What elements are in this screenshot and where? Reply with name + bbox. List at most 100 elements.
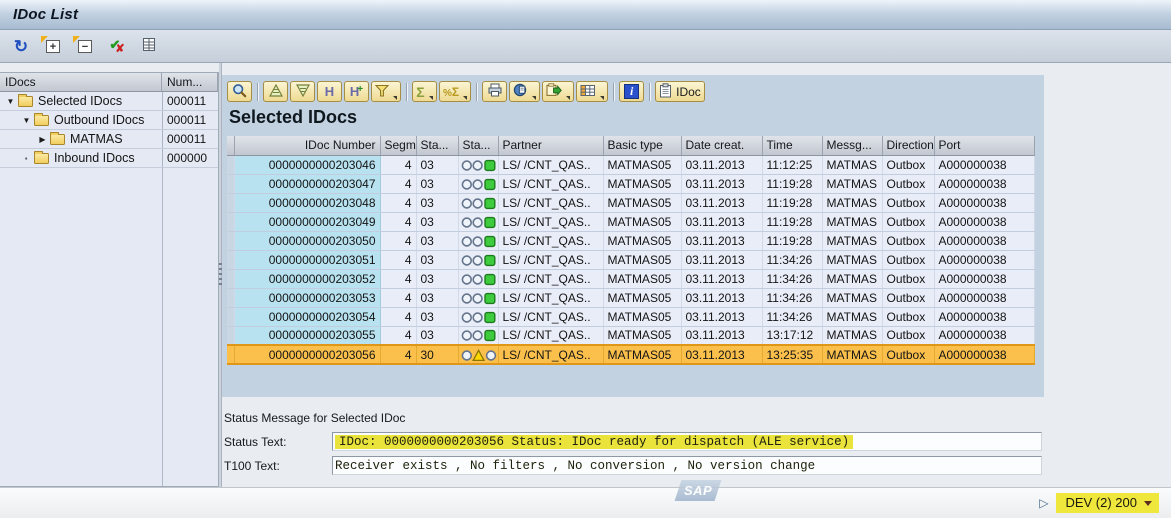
cell-idoc-number[interactable]: 0000000000203050	[234, 231, 381, 251]
cell-basic-type[interactable]: MATMAS05	[603, 288, 682, 308]
cell-date-created[interactable]: 03.11.2013	[681, 212, 763, 232]
expanded-arrow-icon[interactable]: ▼	[4, 97, 17, 106]
cell-basic-type[interactable]: MATMAS05	[603, 231, 682, 251]
leaf-bullet-icon[interactable]: ·	[20, 151, 33, 166]
cell-direction[interactable]: Outbox	[882, 212, 935, 232]
cell-direction[interactable]: Outbox	[882, 174, 935, 194]
cell-status-light[interactable]	[458, 231, 499, 251]
cell-message-type[interactable]: MATMAS	[822, 269, 883, 289]
cell-port[interactable]: A000000038	[934, 307, 1035, 327]
row-selector-cell[interactable]	[227, 212, 235, 232]
export-button[interactable]	[542, 81, 575, 102]
cell-partner[interactable]: LS/ /CNT_QAS..	[498, 288, 604, 308]
idoc-row[interactable]: 0000000000203054 4 03 LS/ /CNT_QAS.. MATMAS0…	[227, 307, 1035, 327]
cell-status[interactable]: 30	[416, 344, 459, 365]
cell-time[interactable]: 13:17:12	[762, 326, 823, 346]
cell-status[interactable]: 03	[416, 288, 459, 308]
cell-date-created[interactable]: 03.11.2013	[681, 174, 763, 194]
dropdown-arrow-icon[interactable]	[393, 95, 397, 100]
idoc-row[interactable]: 0000000000203051 4 03 LS/ /CNT_QAS.. MATMAS0…	[227, 250, 1035, 270]
cell-date-created[interactable]: 03.11.2013	[681, 269, 763, 289]
cell-status[interactable]: 03	[416, 231, 459, 251]
cell-direction[interactable]: Outbox	[882, 269, 935, 289]
cell-basic-type[interactable]: MATMAS05	[603, 269, 682, 289]
collapse-all-button[interactable]: −	[73, 34, 97, 58]
tree-column-idocs[interactable]: IDocs	[0, 73, 162, 92]
cell-idoc-number[interactable]: 0000000000203047	[234, 174, 381, 194]
cell-status-light[interactable]	[458, 155, 499, 175]
cell-date-created[interactable]: 03.11.2013	[681, 231, 763, 251]
cell-status[interactable]: 03	[416, 193, 459, 213]
dropdown-arrow-icon[interactable]	[463, 95, 468, 100]
column-header-date-creat[interactable]: Date creat.	[681, 136, 763, 156]
tree-item-matmas[interactable]: ▶ MATMAS 000011	[0, 130, 218, 149]
dropdown-arrow-icon[interactable]	[600, 95, 605, 100]
cell-date-created[interactable]: 03.11.2013	[681, 344, 763, 365]
cell-partner[interactable]: LS/ /CNT_QAS..	[498, 193, 604, 213]
cell-direction[interactable]: Outbox	[882, 326, 935, 346]
refresh-button[interactable]: ↻	[9, 34, 33, 58]
total-button[interactable]: Σ	[412, 81, 437, 102]
idoc-row[interactable]: 0000000000203050 4 03 LS/ /CNT_QAS.. MATMAS0…	[227, 231, 1035, 251]
cell-basic-type[interactable]: MATMAS05	[603, 193, 682, 213]
cell-idoc-number[interactable]: 0000000000203049	[234, 212, 381, 232]
cell-direction[interactable]: Outbox	[882, 155, 935, 175]
idoc-row[interactable]: 0000000000203052 4 03 LS/ /CNT_QAS.. MATMAS0…	[227, 269, 1035, 289]
cell-partner[interactable]: LS/ /CNT_QAS..	[498, 307, 604, 327]
cell-status-light[interactable]	[458, 307, 499, 327]
dropdown-arrow-icon[interactable]	[566, 95, 571, 100]
cell-idoc-number[interactable]: 0000000000203054	[234, 307, 381, 327]
cell-port[interactable]: A000000038	[934, 326, 1035, 346]
table-view-button[interactable]	[137, 34, 161, 58]
cell-date-created[interactable]: 03.11.2013	[681, 155, 763, 175]
cell-time[interactable]: 11:19:28	[762, 193, 823, 213]
cell-basic-type[interactable]: MATMAS05	[603, 344, 682, 365]
info-button[interactable]: i	[619, 81, 645, 102]
cell-time[interactable]: 11:34:26	[762, 269, 823, 289]
cell-date-created[interactable]: 03.11.2013	[681, 250, 763, 270]
cell-time[interactable]: 11:34:26	[762, 307, 823, 327]
cell-segments[interactable]: 4	[380, 212, 417, 232]
cell-port[interactable]: A000000038	[934, 155, 1035, 175]
cell-direction[interactable]: Outbox	[882, 250, 935, 270]
row-selector-cell[interactable]	[227, 155, 235, 175]
cell-segments[interactable]: 4	[380, 307, 417, 327]
idoc-row-selected[interactable]: 0000000000203056 4 30 LS/ /CNT_QAS.. MATMAS0…	[227, 344, 1035, 365]
cell-date-created[interactable]: 03.11.2013	[681, 326, 763, 346]
column-header-messg[interactable]: Messg...	[822, 136, 883, 156]
cell-port[interactable]: A000000038	[934, 231, 1035, 251]
idoc-row[interactable]: 0000000000203055 4 03 LS/ /CNT_QAS.. MATMAS0…	[227, 326, 1035, 346]
cell-status[interactable]: 03	[416, 250, 459, 270]
cell-segments[interactable]: 4	[380, 174, 417, 194]
row-selector-cell[interactable]	[227, 344, 235, 365]
system-field[interactable]: DEV (2) 200	[1056, 493, 1159, 513]
cell-direction[interactable]: Outbox	[882, 231, 935, 251]
cell-date-created[interactable]: 03.11.2013	[681, 288, 763, 308]
collapsed-arrow-icon[interactable]: ▶	[36, 135, 49, 144]
idoc-button[interactable]: IDoc	[655, 81, 705, 102]
cell-segments[interactable]: 4	[380, 269, 417, 289]
row-selector-cell[interactable]	[227, 326, 235, 346]
cell-segments[interactable]: 4	[380, 193, 417, 213]
cell-idoc-number[interactable]: 0000000000203053	[234, 288, 381, 308]
tree-item-outbound-idocs[interactable]: ▼ Outbound IDocs 000011	[0, 111, 218, 130]
cell-status[interactable]: 03	[416, 212, 459, 232]
cell-message-type[interactable]: MATMAS	[822, 231, 883, 251]
tree-column-number[interactable]: Num...	[162, 73, 218, 92]
details-button[interactable]	[227, 81, 252, 102]
cell-message-type[interactable]: MATMAS	[822, 288, 883, 308]
row-selector-cell[interactable]	[227, 193, 235, 213]
cell-message-type[interactable]: MATMAS	[822, 174, 883, 194]
cell-time[interactable]: 11:19:28	[762, 212, 823, 232]
expanded-arrow-icon[interactable]: ▼	[20, 116, 33, 125]
cell-message-type[interactable]: MATMAS	[822, 212, 883, 232]
dropdown-arrow-icon[interactable]	[532, 95, 537, 100]
status-legend-button[interactable]: ✔✘	[105, 34, 129, 58]
cell-status[interactable]: 03	[416, 307, 459, 327]
cell-direction[interactable]: Outbox	[882, 307, 935, 327]
subtotals-button[interactable]: %Σ	[439, 81, 472, 102]
column-header-idoc-number[interactable]: IDoc Number	[234, 136, 381, 156]
cell-segments[interactable]: 4	[380, 288, 417, 308]
cell-segments[interactable]: 4	[380, 326, 417, 346]
column-header-sta[interactable]: Sta...	[458, 136, 499, 156]
